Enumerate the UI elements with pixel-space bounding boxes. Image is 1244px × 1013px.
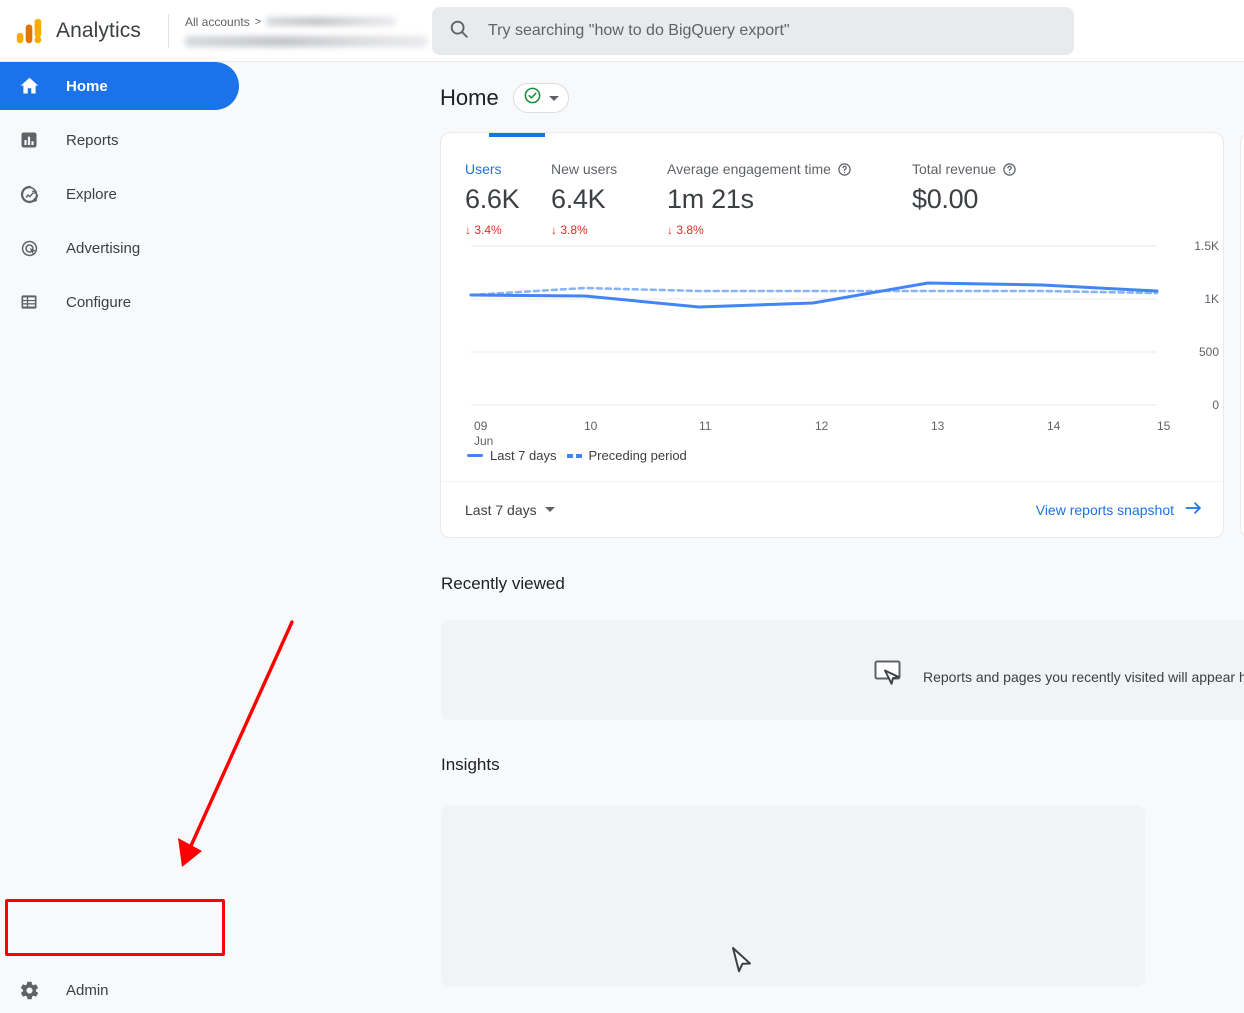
header-divider [168, 13, 169, 48]
chevron-down-icon [548, 95, 559, 101]
click-cursor-icon [871, 658, 909, 695]
explore-icon [18, 183, 40, 205]
snapshot-label: View reports snapshot [1035, 501, 1174, 518]
y-tick-label: 1K [1204, 292, 1219, 306]
metric-delta: ↓ 3.8% [667, 223, 704, 237]
sidebar-item-label: Home [66, 77, 108, 95]
metric-label: Total revenue [912, 161, 1112, 177]
chevron-down-icon [544, 507, 555, 512]
sidebar-item-label: Explore [66, 185, 117, 203]
metric-value: 6.6K [465, 184, 520, 214]
legend-item-last-7-days[interactable]: Last 7 days [467, 448, 557, 463]
overview-line-chart [469, 245, 1159, 406]
x-tick-label: 10 [584, 419, 598, 433]
metric-label: Average engagement time [667, 161, 912, 177]
data-status-badge[interactable] [512, 83, 569, 113]
sidebar-item-admin[interactable]: Admin [10, 967, 222, 1013]
brand-area[interactable]: Analytics [0, 16, 168, 46]
sidebar-item-label: Reports [66, 131, 119, 149]
sidebar-item-configure[interactable]: Configure [0, 278, 239, 326]
chart-card-footer: Last 7 days View reports snapshot [441, 481, 1223, 537]
arrow-right-icon [1184, 500, 1203, 519]
bar-chart-icon [18, 129, 40, 151]
advertising-target-icon [18, 237, 40, 259]
sidebar: Home Reports Explore Advertising Configu… [0, 62, 420, 999]
active-tab-indicator [489, 133, 545, 137]
date-range-label: Last 7 days [465, 501, 537, 518]
chart-legend: Last 7 days Preceding period [467, 448, 687, 463]
analytics-logo-icon [14, 16, 44, 46]
help-icon[interactable] [837, 162, 852, 177]
sidebar-item-label: Configure [66, 293, 132, 311]
metric-avg-engagement-time[interactable]: Average engagement time 1m 21s ↓ 3.8% [667, 161, 912, 237]
breadcrumb-account-redacted [266, 17, 397, 26]
recently-viewed-empty-card: Reports and pages you recently visited w… [441, 620, 1244, 720]
sidebar-item-reports[interactable]: Reports [0, 116, 239, 164]
metric-users[interactable]: Users 6.6K ↓ 3.4% [465, 161, 551, 237]
search-icon [448, 18, 470, 45]
breadcrumb[interactable]: All accounts > [185, 15, 435, 47]
x-axis-month: Jun [474, 434, 494, 448]
check-circle-icon [523, 86, 542, 110]
search-input[interactable]: Try searching "how to do BigQuery export… [432, 7, 1074, 55]
y-axis-labels: 1.5K 1K 500 0 [1189, 238, 1223, 438]
breadcrumb-property-redacted [185, 35, 428, 47]
view-reports-snapshot-link[interactable]: View reports snapshot [1036, 500, 1203, 519]
breadcrumb-root[interactable]: All accounts [185, 15, 250, 29]
x-tick-label: 14 [1047, 419, 1061, 433]
sidebar-item-explore[interactable]: Explore [0, 170, 239, 218]
insights-empty-card [441, 806, 1145, 986]
y-tick-label: 0 [1212, 398, 1219, 412]
metric-new-users[interactable]: New users 6.4K ↓ 3.8% [551, 161, 667, 237]
main-content: Home Users 6.6K ↓ 3.4% New users 6.4K ↓ … [420, 62, 1244, 986]
date-range-selector[interactable]: Last 7 days [465, 502, 555, 518]
list-config-icon [18, 291, 40, 313]
brand-title: Analytics [56, 18, 141, 42]
y-tick-label: 500 [1198, 345, 1219, 359]
metric-value: 1m 21s [667, 184, 754, 214]
gear-icon [18, 979, 40, 1001]
metrics-row: Users 6.6K ↓ 3.4% New users 6.4K ↓ 3.8% … [441, 133, 1223, 237]
legend-swatch-solid-icon [467, 454, 483, 457]
overview-chart-card: Users 6.6K ↓ 3.4% New users 6.4K ↓ 3.8% … [440, 132, 1224, 538]
recently-viewed-empty-text: Reports and pages you recently visited w… [923, 668, 1244, 685]
legend-label: Preceding period [588, 448, 687, 463]
sidebar-item-label: Advertising [66, 239, 141, 257]
x-tick-label: 11 [699, 419, 712, 433]
recently-viewed-title: Recently viewed [441, 574, 565, 593]
series-last-7-days [469, 281, 1159, 309]
metric-label: New users [551, 161, 618, 177]
metric-value: $0.00 [912, 184, 979, 214]
metric-delta: ↓ 3.8% [551, 223, 588, 237]
legend-label: Last 7 days [490, 448, 557, 463]
legend-item-preceding-period[interactable]: Preceding period [566, 448, 687, 463]
x-tick-label: 13 [931, 419, 945, 433]
y-tick-label: 1.5K [1194, 239, 1219, 253]
x-tick-label: 15 [1157, 419, 1171, 433]
breadcrumb-separator: > [254, 15, 262, 28]
sidebar-item-home[interactable]: Home [0, 62, 239, 110]
page-title: Home [440, 85, 499, 110]
page-header: Home [420, 62, 1244, 124]
sidebar-item-label: Admin [66, 981, 109, 999]
x-tick-label: 09 [474, 419, 488, 433]
next-card-clipped [1240, 132, 1244, 538]
top-bar: Analytics All accounts > Try searching "… [0, 0, 1244, 62]
search-placeholder: Try searching "how to do BigQuery export… [488, 22, 790, 39]
metric-delta: ↓ 3.4% [465, 223, 502, 237]
series-preceding-period [469, 286, 1159, 297]
metric-value: 6.4K [551, 184, 606, 214]
metric-label: Users [465, 161, 502, 177]
legend-swatch-dashed-icon [566, 453, 582, 458]
help-icon[interactable] [1002, 162, 1017, 177]
sidebar-item-advertising[interactable]: Advertising [0, 224, 239, 272]
chart-gridlines [471, 245, 1157, 406]
x-tick-label: 12 [815, 419, 829, 433]
home-icon [18, 75, 40, 97]
insights-title: Insights [441, 755, 500, 774]
metric-total-revenue[interactable]: Total revenue $0.00 [912, 161, 1112, 237]
